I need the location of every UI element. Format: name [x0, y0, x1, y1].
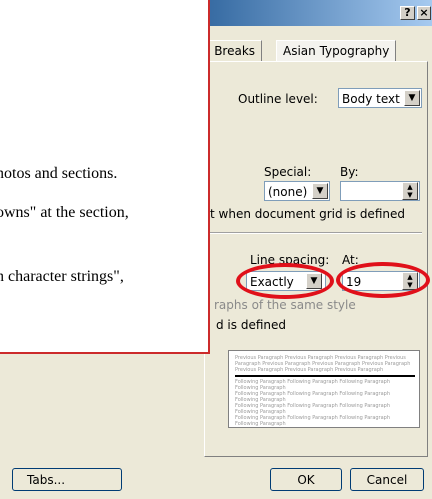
document-line-1: notos and sections. — [0, 165, 118, 182]
preview-following-line: Following Paragraph Following Paragraph … — [235, 379, 391, 391]
preview-following-line: Following Paragraph Following Paragraph … — [235, 403, 391, 415]
document-line-2: owns" at the section, — [0, 204, 129, 221]
tab-asian-typography[interactable]: Asian Typography — [276, 40, 397, 62]
outline-level-label: Outline level: — [238, 92, 318, 106]
help-button[interactable]: ? — [400, 6, 415, 20]
outline-level-dropdown-icon[interactable]: ▼ — [404, 90, 420, 106]
spacing-grid-note: d is defined — [216, 318, 286, 332]
preview-following-text: Following Paragraph Following Paragraph … — [235, 379, 415, 428]
line-spacing-highlight — [236, 263, 334, 299]
document-line-3: h character strings", — [0, 268, 124, 285]
document-excerpt: notos and sections. owns" at the section… — [0, 0, 210, 354]
preview-previous-text: Previous Paragraph Previous Paragraph Pr… — [235, 355, 411, 373]
preview-following-line: Following Paragraph Following Paragraph … — [235, 427, 415, 428]
special-dropdown-icon[interactable]: ▼ — [312, 183, 328, 199]
indent-grid-note: t when document grid is defined — [210, 207, 405, 221]
special-label: Special: — [264, 165, 312, 179]
by-label: By: — [340, 165, 359, 179]
cancel-button[interactable]: Cancel — [350, 468, 424, 491]
by-spinner-icon[interactable]: ▲ ▼ — [402, 182, 418, 200]
close-button[interactable]: × — [417, 6, 431, 20]
at-value-highlight — [336, 262, 430, 298]
paragraph-preview: Previous Paragraph Previous Paragraph Pr… — [228, 350, 420, 428]
tabs-button[interactable]: Tabs... — [12, 468, 122, 491]
ok-button[interactable]: OK — [270, 468, 342, 491]
preview-following-line: Following Paragraph Following Paragraph … — [235, 415, 391, 427]
preview-current-paragraph — [235, 375, 415, 377]
special-value: (none) — [268, 185, 308, 199]
same-style-note: raphs of the same style — [214, 298, 356, 312]
preview-following-line: Following Paragraph Following Paragraph … — [235, 391, 391, 403]
outline-level-value: Body text — [342, 92, 400, 106]
section-divider — [210, 232, 422, 234]
